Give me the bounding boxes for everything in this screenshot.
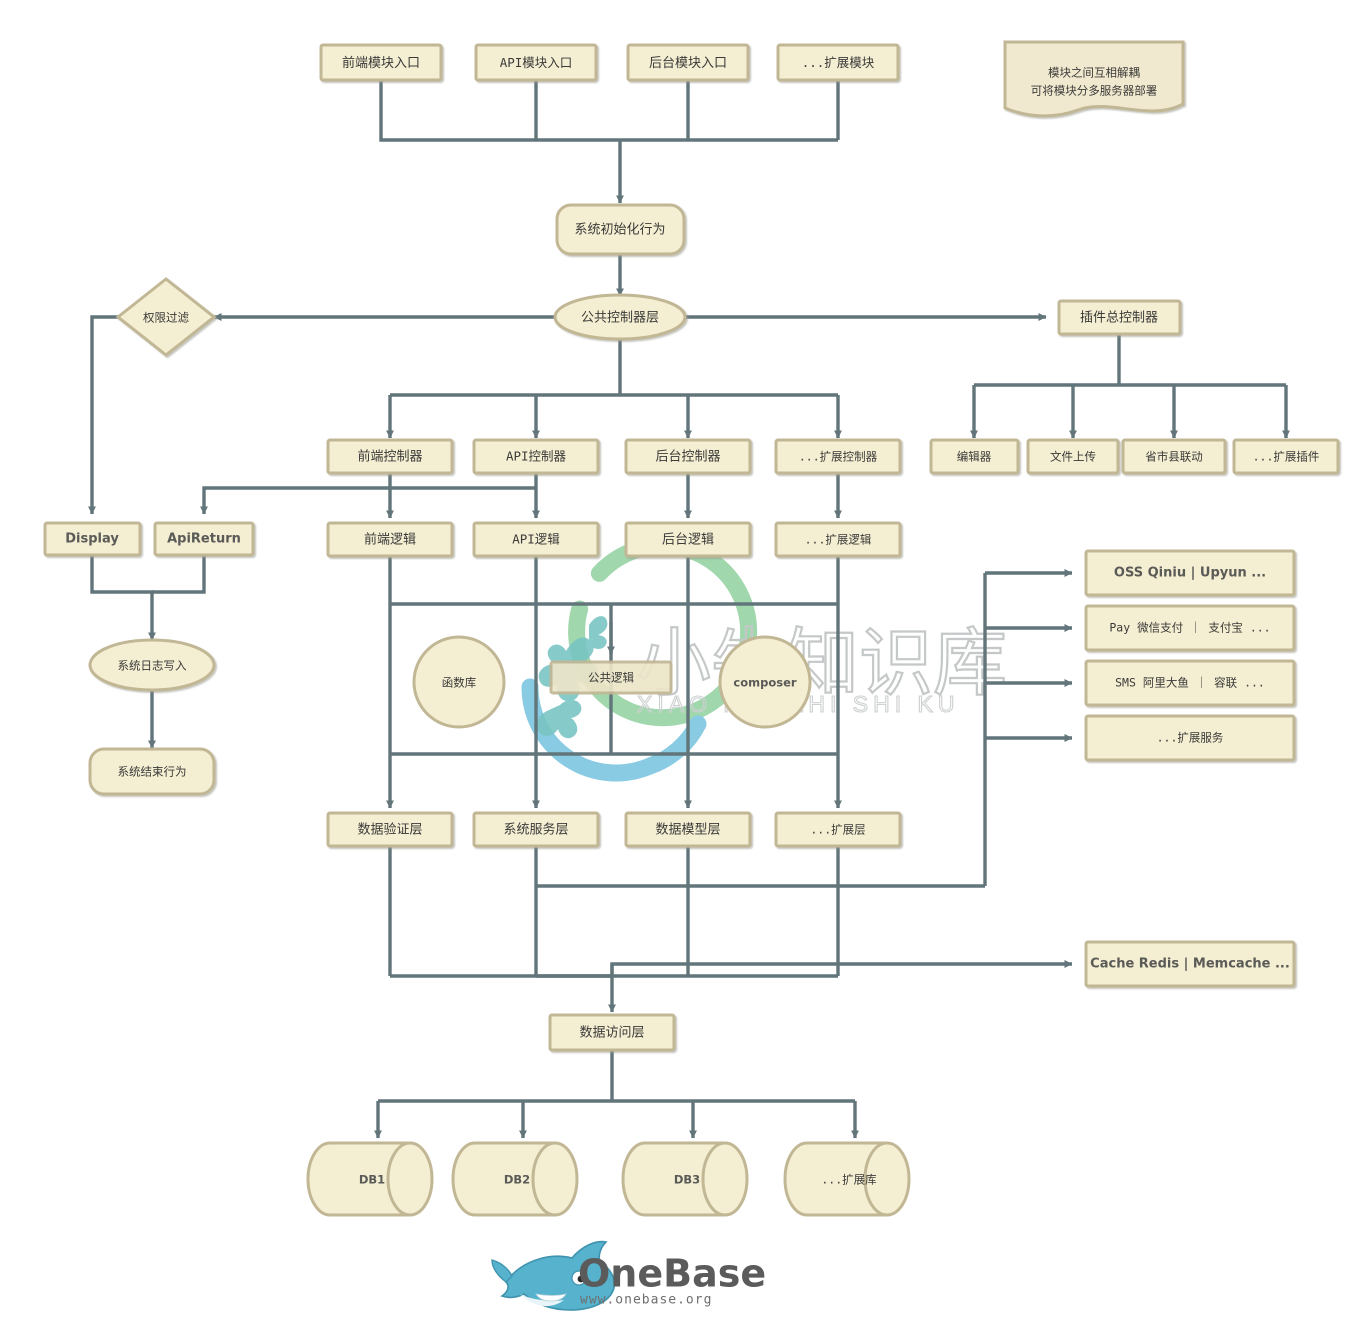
plugin-region-label: 省市县联动 [1145, 450, 1203, 464]
note-line-2: 可将模块分多服务器部署 [1031, 84, 1158, 98]
db-2[interactable]: DB2 [451, 1141, 579, 1217]
output-apireturn[interactable]: ApiReturn [153, 521, 255, 557]
output-display[interactable]: Display [43, 521, 142, 557]
ctrl-admin[interactable]: 后台控制器 [624, 438, 752, 475]
entry-api[interactable]: API模块入口 [474, 43, 598, 82]
plugin-controller-node[interactable]: 插件总控制器 [1057, 299, 1182, 336]
entry-admin-label: 后台模块入口 [649, 56, 727, 71]
entry-admin[interactable]: 后台模块入口 [626, 43, 750, 82]
svc-pay-label: Pay 微信支付 ｜ 支付宝 ... [1109, 621, 1270, 635]
logic-admin[interactable]: 后台逻辑 [624, 521, 752, 558]
brand-url: www.onebase.org [580, 1293, 712, 1308]
layer-ext[interactable]: ...扩展层 [774, 811, 902, 848]
data-access-node[interactable]: 数据访问层 [548, 1013, 676, 1052]
controllers-row: 前端控制器 API控制器 后台控制器 ...扩展控制器 [326, 438, 902, 475]
svc-oss[interactable]: OSS Qiniu | Upyun ... [1084, 549, 1296, 597]
layer-model-label: 数据模型层 [655, 823, 720, 838]
svc-pay[interactable]: Pay 微信支付 ｜ 支付宝 ... [1084, 604, 1296, 652]
plugin-upload-label: 文件上传 [1050, 450, 1096, 464]
func-lib-node[interactable]: 函数库 [412, 635, 506, 729]
svc-ext-label: ...扩展服务 [1157, 731, 1224, 745]
plugin-editor[interactable]: 编辑器 [929, 438, 1020, 475]
layer-validate-label: 数据验证层 [357, 822, 422, 838]
plugin-editor-label: 编辑器 [957, 450, 992, 464]
diagram-canvas: 小牛知识库 XIAO NIU ZHI SHI KU [0, 0, 1366, 1334]
ctrl-ext[interactable]: ...扩展控制器 [774, 438, 902, 475]
db-ext-label: ...扩展库 [821, 1173, 876, 1187]
composer-label: composer [733, 676, 796, 690]
plugins-row: 编辑器 文件上传 省市县联动 ...扩展插件 [929, 438, 1340, 475]
output-display-label: Display [65, 532, 119, 547]
outputs-row: Display ApiReturn [43, 521, 255, 557]
entry-frontend[interactable]: 前端模块入口 [319, 43, 443, 82]
plugin-ext[interactable]: ...扩展插件 [1232, 438, 1340, 475]
entry-ext[interactable]: ...扩展模块 [776, 43, 900, 82]
system-end-label: 系统结束行为 [118, 765, 187, 779]
layer-validate[interactable]: 数据验证层 [326, 811, 454, 848]
system-init-label: 系统初始化行为 [574, 223, 665, 238]
output-apireturn-label: ApiReturn [167, 532, 241, 547]
ctrl-api[interactable]: API控制器 [472, 438, 600, 475]
entry-ext-label: ...扩展模块 [802, 55, 875, 70]
footer-logo: OneBase www.onebase.org [491, 1240, 766, 1311]
services-column: OSS Qiniu | Upyun ... Pay 微信支付 ｜ 支付宝 ...… [1084, 549, 1296, 762]
ctrl-admin-label: 后台控制器 [655, 450, 720, 465]
common-logic-label: 公共逻辑 [588, 671, 634, 685]
system-init-node[interactable]: 系统初始化行为 [555, 203, 686, 256]
common-controller-label: 公共控制器层 [581, 311, 659, 326]
db-ext[interactable]: ...扩展库 [783, 1141, 911, 1217]
logic-ext-label: ...扩展逻辑 [805, 533, 872, 547]
db-1[interactable]: DB1 [306, 1141, 434, 1217]
cache-label: Cache Redis | Memcache ... [1090, 957, 1290, 972]
note-line-1: 模块之间互相解耦 [1048, 66, 1140, 80]
logic-frontend[interactable]: 前端逻辑 [326, 521, 454, 558]
ctrl-frontend[interactable]: 前端控制器 [326, 438, 454, 475]
svc-sms[interactable]: SMS 阿里大鱼 ｜ 容联 ... [1084, 659, 1296, 707]
layer-service-label: 系统服务层 [503, 822, 568, 838]
db-1-label: DB1 [359, 1173, 385, 1187]
common-controller-node[interactable]: 公共控制器层 [553, 293, 687, 341]
data-access-label: 数据访问层 [579, 1026, 644, 1041]
svc-oss-label: OSS Qiniu | Upyun ... [1114, 566, 1266, 581]
plugin-region[interactable]: 省市县联动 [1121, 438, 1227, 475]
brand-name: OneBase [578, 1252, 766, 1296]
func-lib-label: 函数库 [442, 676, 477, 690]
common-logic-node[interactable]: 公共逻辑 [549, 660, 673, 695]
composer-node[interactable]: composer [718, 635, 812, 729]
logic-api[interactable]: API逻辑 [472, 521, 600, 558]
db-3[interactable]: DB3 [621, 1141, 749, 1217]
cache-node[interactable]: Cache Redis | Memcache ... [1084, 940, 1296, 988]
logic-frontend-label: 前端逻辑 [364, 532, 416, 548]
plugin-controller-label: 插件总控制器 [1080, 311, 1158, 326]
log-write-node[interactable]: 系统日志写入 [88, 638, 216, 692]
ctrl-ext-label: ...扩展控制器 [799, 450, 878, 464]
note-callout: 模块之间互相解耦 可将模块分多服务器部署 [1003, 40, 1185, 118]
svc-ext[interactable]: ...扩展服务 [1084, 714, 1296, 762]
logic-ext[interactable]: ...扩展逻辑 [774, 521, 902, 558]
svc-sms-label: SMS 阿里大鱼 ｜ 容联 ... [1115, 676, 1265, 690]
plugin-ext-label: ...扩展插件 [1253, 450, 1320, 464]
db-2-label: DB2 [504, 1173, 530, 1187]
db-3-label: DB3 [674, 1173, 700, 1187]
layer-ext-label: ...扩展层 [810, 823, 865, 837]
plugin-upload[interactable]: 文件上传 [1026, 438, 1120, 475]
entry-api-label: API模块入口 [500, 55, 573, 70]
layers-row: 数据验证层 系统服务层 数据模型层 ...扩展层 [326, 811, 902, 848]
log-write-label: 系统日志写入 [118, 659, 187, 673]
entry-modules-row: 前端模块入口 API模块入口 后台模块入口 ...扩展模块 [319, 43, 900, 82]
auth-filter-label: 权限过滤 [143, 311, 189, 325]
layer-service[interactable]: 系统服务层 [472, 811, 600, 848]
logic-api-label: API逻辑 [512, 532, 560, 547]
databases-row: DB1 DB2 DB3 ...扩展库 [306, 1141, 911, 1217]
auth-filter-node[interactable]: 权限过滤 [115, 277, 217, 357]
logic-admin-label: 后台逻辑 [662, 533, 714, 548]
layer-model[interactable]: 数据模型层 [624, 811, 752, 848]
system-end-node[interactable]: 系统结束行为 [88, 747, 216, 796]
entry-frontend-label: 前端模块入口 [342, 55, 420, 71]
ctrl-frontend-label: 前端控制器 [357, 449, 422, 465]
ctrl-api-label: API控制器 [506, 449, 567, 464]
